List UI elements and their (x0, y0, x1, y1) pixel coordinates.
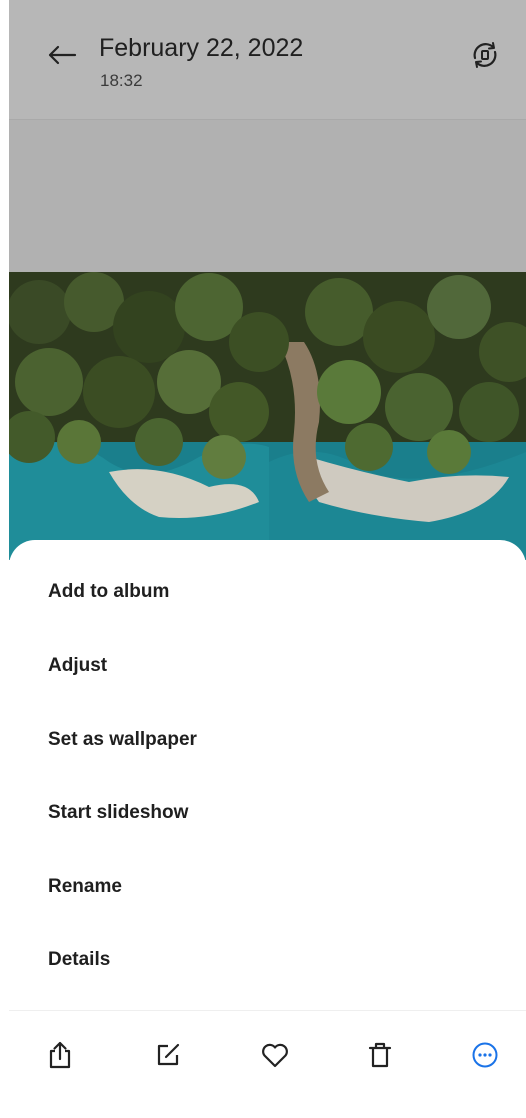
menu-item-rename[interactable]: Rename (48, 867, 122, 907)
back-button[interactable] (45, 38, 79, 72)
bottom-toolbar (9, 1010, 526, 1118)
arrow-left-icon (48, 45, 77, 65)
rotate-button[interactable] (467, 37, 503, 73)
menu-item-details[interactable]: Details (48, 940, 110, 980)
share-button[interactable] (42, 1037, 78, 1073)
delete-button[interactable] (362, 1037, 398, 1073)
left-edge (0, 0, 9, 1118)
share-icon (49, 1041, 71, 1069)
photo-canvas[interactable] (9, 120, 526, 560)
menu-item-add-to-album[interactable]: Add to album (48, 572, 169, 612)
more-options-button[interactable] (467, 1037, 503, 1073)
more-icon (472, 1042, 498, 1068)
delete-icon (368, 1042, 392, 1068)
menu-item-start-slideshow[interactable]: Start slideshow (48, 793, 188, 833)
menu-item-set-as-wallpaper[interactable]: Set as wallpaper (48, 720, 197, 760)
top-bar: February 22, 2022 18:32 (9, 0, 526, 120)
favorite-button[interactable] (257, 1037, 293, 1073)
page-title: February 22, 2022 (99, 34, 304, 62)
edit-icon (157, 1043, 180, 1066)
edit-button[interactable] (150, 1037, 186, 1073)
gallery-viewer: February 22, 2022 18:32 Add to album Adj… (9, 0, 526, 1118)
photo-time: 18:32 (100, 71, 143, 90)
menu-item-adjust[interactable]: Adjust (48, 646, 107, 686)
coastal-forest-photo (9, 272, 526, 560)
favorite-icon (262, 1043, 288, 1068)
rotate-icon (473, 42, 497, 68)
